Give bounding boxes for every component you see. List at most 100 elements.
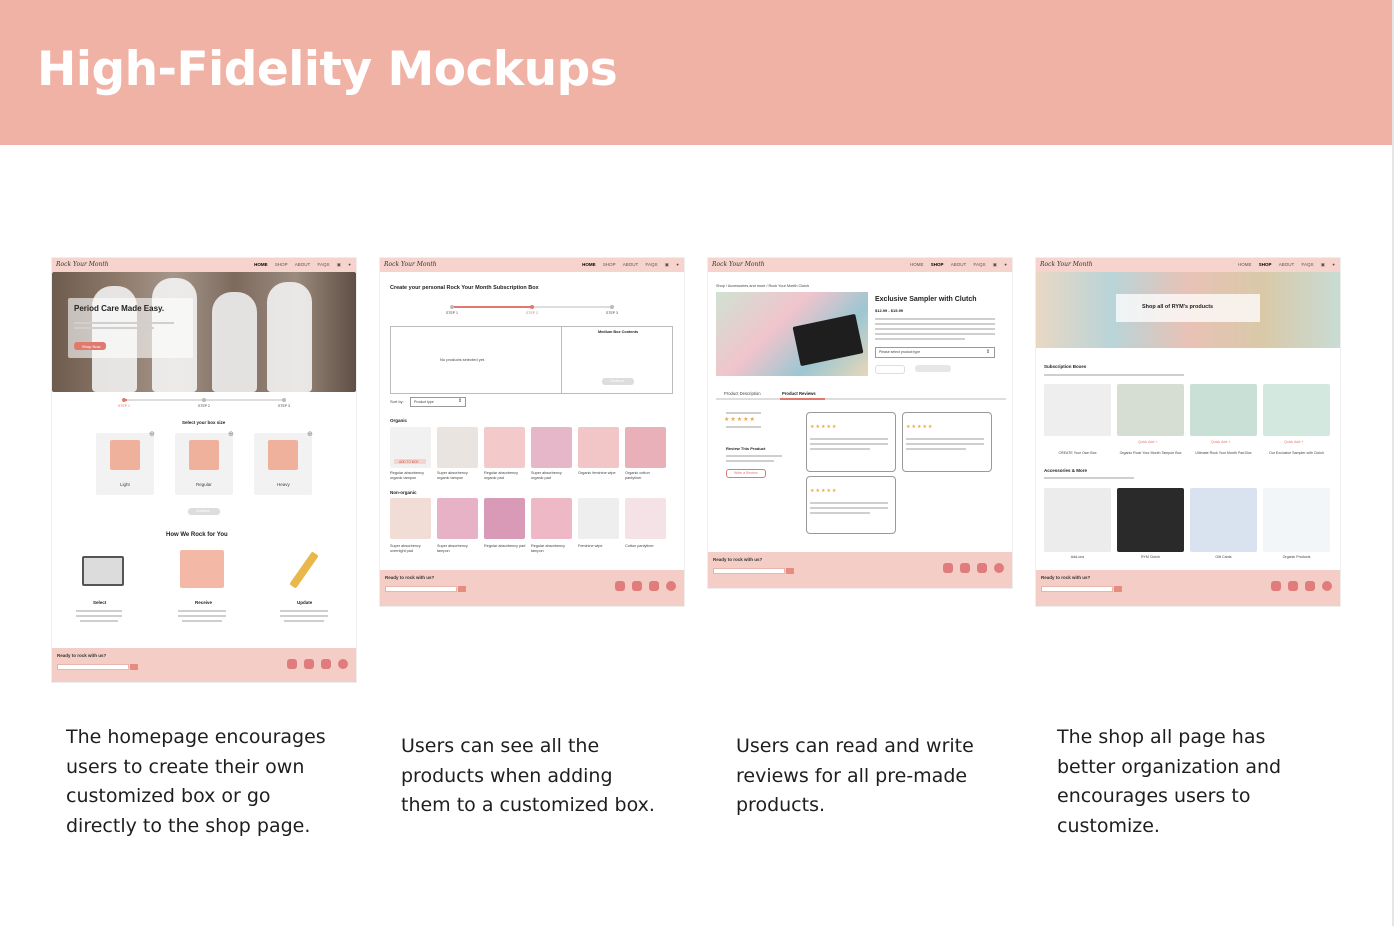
newsletter-email-input[interactable] bbox=[57, 664, 129, 670]
quick-add-button[interactable]: Quick Add + bbox=[1211, 440, 1230, 445]
cart-icon[interactable]: ▣ bbox=[665, 262, 669, 267]
continue-button[interactable]: Continue bbox=[602, 378, 634, 385]
quick-add-button[interactable]: Quick Add + bbox=[1284, 440, 1303, 445]
nav-shop[interactable]: SHOP bbox=[603, 262, 616, 267]
product-image[interactable] bbox=[437, 498, 478, 539]
add-icon[interactable]: ⊕ bbox=[307, 430, 313, 439]
caption-product-page: Users can read and write reviews for all… bbox=[736, 732, 974, 821]
cart-icon[interactable]: ▣ bbox=[337, 262, 341, 267]
nav-shop[interactable]: SHOP bbox=[1259, 262, 1272, 267]
quick-add-button[interactable]: Quick Add + bbox=[1138, 440, 1157, 445]
brand-logo[interactable]: Rock Your Month bbox=[384, 261, 437, 268]
brand-logo[interactable]: Rock Your Month bbox=[712, 261, 765, 268]
account-icon[interactable]: ● bbox=[676, 262, 679, 267]
product-image[interactable] bbox=[1044, 384, 1111, 436]
account-icon[interactable]: ● bbox=[1332, 262, 1335, 267]
product-image[interactable] bbox=[1263, 384, 1330, 436]
instagram-icon[interactable] bbox=[943, 563, 953, 573]
nav-about[interactable]: ABOUT bbox=[951, 262, 966, 267]
account-icon[interactable]: ● bbox=[1004, 262, 1007, 267]
product-image[interactable] bbox=[625, 427, 666, 468]
nav-home[interactable]: HOME bbox=[910, 262, 924, 267]
product-title: Exclusive Sampler with Clutch bbox=[875, 296, 977, 303]
nav-faqs[interactable]: FAQS bbox=[973, 262, 985, 267]
tab-product-reviews[interactable]: Product Reviews bbox=[782, 391, 816, 396]
brand-logo[interactable]: Rock Your Month bbox=[56, 261, 109, 268]
product-image[interactable] bbox=[578, 498, 619, 539]
tab-product-description[interactable]: Product Description bbox=[724, 391, 761, 396]
cart-icon[interactable]: ▣ bbox=[993, 262, 997, 267]
nav-about[interactable]: ABOUT bbox=[623, 262, 638, 267]
pinterest-icon[interactable] bbox=[994, 563, 1004, 573]
product-image[interactable] bbox=[1190, 488, 1257, 552]
product-image[interactable] bbox=[1044, 488, 1111, 552]
add-to-cart-button[interactable] bbox=[915, 365, 951, 372]
quantity-stepper[interactable] bbox=[875, 365, 905, 374]
newsletter-email-input[interactable] bbox=[713, 568, 785, 574]
breadcrumb[interactable]: Shop / Accessories and more / Rock Your … bbox=[716, 284, 809, 289]
write-review-button[interactable]: Write a Review bbox=[726, 469, 766, 478]
product-image[interactable] bbox=[390, 498, 431, 539]
product-image[interactable] bbox=[437, 427, 478, 468]
hero-shop-now-button[interactable]: Shop Now bbox=[74, 342, 106, 350]
progress-fill bbox=[452, 306, 532, 308]
product-image[interactable] bbox=[531, 427, 572, 468]
how-item-select: Select bbox=[93, 600, 107, 605]
nav-home[interactable]: HOME bbox=[1238, 262, 1252, 267]
hero-text-line bbox=[74, 327, 154, 329]
nav-faqs[interactable]: FAQS bbox=[1301, 262, 1313, 267]
caption-line: users to create their own bbox=[66, 755, 305, 778]
facebook-icon[interactable] bbox=[960, 563, 970, 573]
pinterest-icon[interactable] bbox=[1322, 581, 1332, 591]
add-icon[interactable]: ⊕ bbox=[149, 430, 155, 439]
product-image[interactable] bbox=[1117, 488, 1184, 552]
brand-logo[interactable]: Rock Your Month bbox=[1040, 261, 1093, 268]
newsletter-submit-button[interactable] bbox=[1114, 586, 1122, 592]
twitter-icon[interactable] bbox=[977, 563, 987, 573]
twitter-icon[interactable] bbox=[321, 659, 331, 669]
twitter-icon[interactable] bbox=[649, 581, 659, 591]
product-image[interactable] bbox=[484, 498, 525, 539]
caption-line: better organization and bbox=[1057, 755, 1282, 778]
instagram-icon[interactable] bbox=[1271, 581, 1281, 591]
product-name: Super absorbency tampon bbox=[437, 544, 468, 553]
nav-shop[interactable]: SHOP bbox=[931, 262, 944, 267]
cart-icon[interactable]: ▣ bbox=[1321, 262, 1325, 267]
product-type-select[interactable]: Please select product type ⇕ bbox=[875, 347, 995, 358]
product-image[interactable] bbox=[625, 498, 666, 539]
instagram-icon[interactable] bbox=[615, 581, 625, 591]
product-image[interactable] bbox=[484, 427, 525, 468]
nav-home[interactable]: HOME bbox=[582, 262, 596, 267]
continue-button[interactable]: Continue bbox=[188, 508, 220, 515]
nav-about[interactable]: ABOUT bbox=[295, 262, 310, 267]
facebook-icon[interactable] bbox=[632, 581, 642, 591]
gift-box-icon bbox=[180, 550, 224, 588]
add-to-box-button[interactable]: ADD TO BOX bbox=[394, 459, 426, 464]
product-image[interactable] bbox=[531, 498, 572, 539]
nav-faqs[interactable]: FAQS bbox=[645, 262, 657, 267]
newsletter-submit-button[interactable] bbox=[786, 568, 794, 574]
product-image[interactable] bbox=[1117, 384, 1184, 436]
nav-shop[interactable]: SHOP bbox=[275, 262, 288, 267]
how-text-line bbox=[280, 615, 328, 617]
pinterest-icon[interactable] bbox=[338, 659, 348, 669]
product-image[interactable] bbox=[1190, 384, 1257, 436]
sort-select[interactable]: Product type ⇕ bbox=[410, 397, 466, 407]
nav-faqs[interactable]: FAQS bbox=[317, 262, 329, 267]
nav-about[interactable]: ABOUT bbox=[1279, 262, 1294, 267]
account-icon[interactable]: ● bbox=[348, 262, 351, 267]
step-3-label: STEP 3 bbox=[278, 404, 290, 408]
facebook-icon[interactable] bbox=[1288, 581, 1298, 591]
product-image[interactable] bbox=[578, 427, 619, 468]
instagram-icon[interactable] bbox=[287, 659, 297, 669]
newsletter-submit-button[interactable] bbox=[458, 586, 466, 592]
add-icon[interactable]: ⊕ bbox=[228, 430, 234, 439]
product-image[interactable] bbox=[1263, 488, 1330, 552]
nav-home[interactable]: HOME bbox=[254, 262, 268, 267]
newsletter-email-input[interactable] bbox=[1041, 586, 1113, 592]
twitter-icon[interactable] bbox=[1305, 581, 1315, 591]
facebook-icon[interactable] bbox=[304, 659, 314, 669]
pinterest-icon[interactable] bbox=[666, 581, 676, 591]
newsletter-email-input[interactable] bbox=[385, 586, 457, 592]
newsletter-submit-button[interactable] bbox=[130, 664, 138, 670]
